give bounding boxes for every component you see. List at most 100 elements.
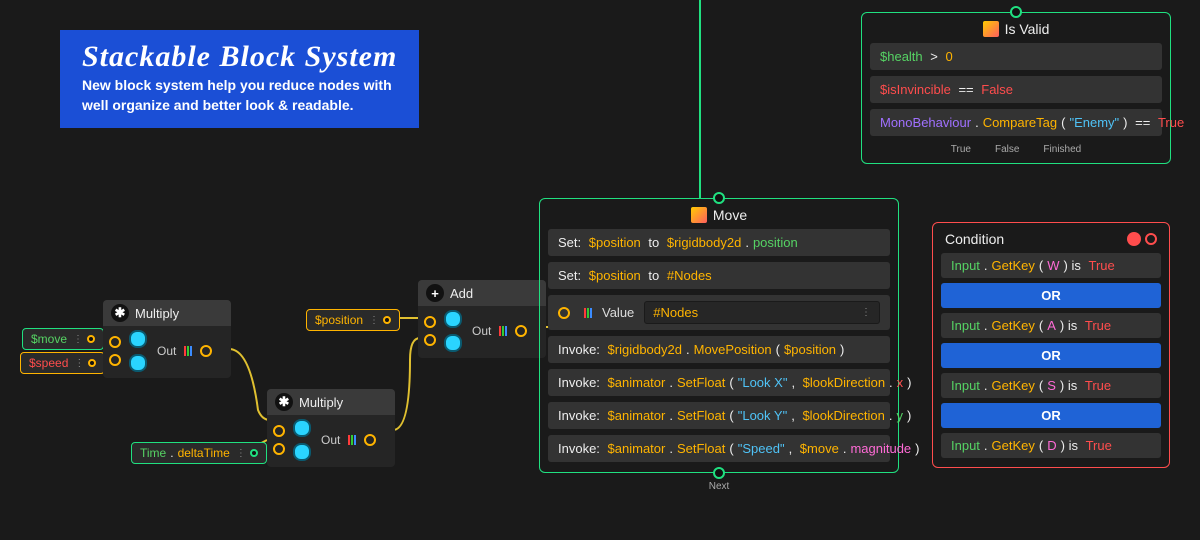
input-port[interactable] xyxy=(273,443,285,455)
node-header[interactable]: Condition xyxy=(937,227,1165,253)
input-port[interactable] xyxy=(109,354,121,366)
asterisk-icon: ✱ xyxy=(275,393,293,411)
dot-filled-icon xyxy=(1127,232,1141,246)
token: , xyxy=(791,408,798,423)
token: $position xyxy=(589,268,641,283)
value-port[interactable] xyxy=(293,419,311,437)
token: ) xyxy=(915,441,919,456)
value-row[interactable]: Value#Nodes⋮ xyxy=(548,295,890,330)
token: $animator xyxy=(608,441,666,456)
token: to xyxy=(645,235,663,250)
value-port[interactable] xyxy=(444,334,462,352)
node-title-row[interactable]: Move xyxy=(544,203,894,229)
token: True xyxy=(1085,318,1111,333)
invoke-row[interactable]: Invoke: $animator.SetFloat("Speed", $mov… xyxy=(548,435,890,462)
token: MonoBehaviour xyxy=(880,115,971,130)
output-port[interactable] xyxy=(200,345,212,357)
condition-row[interactable]: $isInvincible == False xyxy=(870,76,1162,103)
footer-true: True xyxy=(951,144,971,155)
or-row[interactable]: OR xyxy=(941,403,1161,428)
token: == xyxy=(1132,115,1154,130)
invoke-row[interactable]: Invoke: $animator.SetFloat("Look X", $lo… xyxy=(548,369,890,396)
exec-in-port[interactable] xyxy=(1010,6,1022,18)
exec-out-port[interactable] xyxy=(713,467,725,479)
pill-deltatime[interactable]: Time.deltaTime ⋮ xyxy=(131,442,267,464)
node-title-row[interactable]: Is Valid xyxy=(866,17,1166,43)
token: "Look X" xyxy=(738,375,788,390)
or-row[interactable]: OR xyxy=(941,283,1161,308)
banner-line1: New block system help you reduce nodes w… xyxy=(82,76,397,94)
value-port[interactable] xyxy=(444,310,462,328)
axis-icon xyxy=(184,346,192,356)
input-port[interactable] xyxy=(424,334,436,346)
value-text: #Nodes xyxy=(653,305,698,320)
node-is-valid[interactable]: Is Valid $health > 0 $isInvincible == Fal… xyxy=(861,12,1171,164)
input-port[interactable] xyxy=(273,425,285,437)
token: ) is xyxy=(1064,258,1085,273)
value-port[interactable] xyxy=(129,354,147,372)
token: . xyxy=(669,375,673,390)
or-row[interactable]: OR xyxy=(941,343,1161,368)
value-dropdown[interactable]: #Nodes⋮ xyxy=(644,301,880,324)
output-port[interactable] xyxy=(515,325,527,337)
token: GetKey xyxy=(992,378,1035,393)
output-port[interactable] xyxy=(383,316,391,324)
node-multiply-1[interactable]: ✱ Multiply Out xyxy=(103,300,231,378)
output-port[interactable] xyxy=(88,359,96,367)
grip-icon: ⋮ xyxy=(74,358,84,369)
token: ( xyxy=(776,342,780,357)
node-move[interactable]: Move Set: $position to $rigidbody2d.posi… xyxy=(539,198,899,473)
invoke-row[interactable]: Invoke: $animator.SetFloat("Look Y", $lo… xyxy=(548,402,890,429)
token: == xyxy=(955,82,977,97)
token: Invoke: xyxy=(558,342,604,357)
node-condition[interactable]: Condition Input.GetKey(W) is True OR Input… xyxy=(932,222,1170,468)
token: . xyxy=(669,408,673,423)
output-port[interactable] xyxy=(87,335,95,343)
pill-position[interactable]: $position ⋮ xyxy=(306,309,400,331)
condition-row[interactable]: $health > 0 xyxy=(870,43,1162,70)
node-header[interactable]: + Add xyxy=(418,280,546,306)
node-multiply-2[interactable]: ✱ Multiply Out xyxy=(267,389,395,467)
input-port[interactable] xyxy=(109,336,121,348)
set-row[interactable]: Set: $position to #Nodes xyxy=(548,262,890,289)
expr-row[interactable]: Input.GetKey(D) is True xyxy=(941,433,1161,458)
token: Invoke: xyxy=(558,441,604,456)
token: > xyxy=(927,49,942,64)
token: to xyxy=(645,268,663,283)
output-port[interactable] xyxy=(364,434,376,446)
pill-move[interactable]: $move ⋮ xyxy=(22,328,104,350)
token: . xyxy=(984,318,988,333)
value-port[interactable] xyxy=(129,330,147,348)
node-header[interactable]: ✱ Multiply xyxy=(103,300,231,326)
token: $move xyxy=(800,441,839,456)
token: True xyxy=(1086,438,1112,453)
input-port[interactable] xyxy=(424,316,436,328)
token: ( xyxy=(729,408,733,423)
expr-row[interactable]: Input.GetKey(W) is True xyxy=(941,253,1161,278)
pill-speed[interactable]: $speed ⋮ xyxy=(20,352,105,374)
condition-row[interactable]: MonoBehaviour.CompareTag("Enemy") == Tru… xyxy=(870,109,1162,136)
footer-false: False xyxy=(995,144,1019,155)
input-port[interactable] xyxy=(558,307,570,319)
invoke-row[interactable]: Invoke: $rigidbody2d.MovePosition($posit… xyxy=(548,336,890,363)
value-port[interactable] xyxy=(293,443,311,461)
node-add[interactable]: + Add Out xyxy=(418,280,546,358)
expr-row[interactable]: Input.GetKey(A) is True xyxy=(941,313,1161,338)
node-header[interactable]: ✱ Multiply xyxy=(267,389,395,415)
token: SetFloat xyxy=(677,375,725,390)
node-title: Multiply xyxy=(135,306,179,321)
node-title: Condition xyxy=(945,231,1004,247)
token: . xyxy=(975,115,979,130)
axis-icon xyxy=(499,326,507,336)
expr-row[interactable]: Input.GetKey(S) is True xyxy=(941,373,1161,398)
set-row[interactable]: Set: $position to $rigidbody2d.position xyxy=(548,229,890,256)
exec-in-port[interactable] xyxy=(713,192,725,204)
status-dots xyxy=(1127,232,1157,246)
token: Input xyxy=(951,318,980,333)
token: Invoke: xyxy=(558,375,604,390)
node-title: Multiply xyxy=(299,395,343,410)
token: . xyxy=(686,342,690,357)
output-port[interactable] xyxy=(250,449,258,457)
token: True xyxy=(1088,258,1114,273)
node-title: Add xyxy=(450,286,473,301)
